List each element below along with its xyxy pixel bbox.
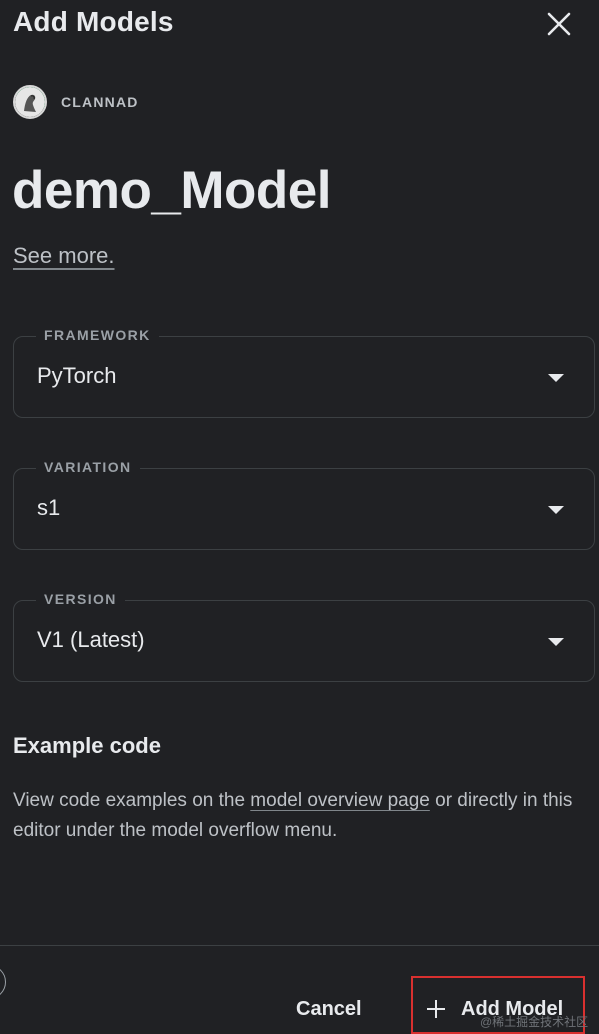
footer-divider	[0, 945, 599, 946]
cancel-button[interactable]: Cancel	[282, 994, 376, 1024]
watermark-text: @稀土掘金技术社区	[480, 1015, 589, 1029]
owner-avatar[interactable]	[13, 85, 47, 119]
caret-down-icon	[548, 506, 564, 514]
variation-label: VARIATION	[36, 459, 140, 475]
caret-down-icon	[548, 638, 564, 646]
version-label: VERSION	[36, 591, 125, 607]
add-models-panel: Add Models CLANNAD demo_Model See more. …	[0, 0, 599, 1034]
partial-circle-button[interactable]	[0, 965, 6, 999]
example-code-heading: Example code	[13, 733, 161, 758]
model-overview-link[interactable]: model overview page	[250, 790, 430, 811]
desc-prefix: View code examples on the	[13, 790, 251, 811]
avatar-progress-ring	[15, 87, 45, 117]
version-value: V1 (Latest)	[37, 627, 145, 652]
framework-value: PyTorch	[37, 363, 117, 388]
owner-row[interactable]: CLANNAD	[13, 84, 139, 120]
framework-select[interactable]: FRAMEWORK PyTorch	[13, 327, 595, 418]
owner-name[interactable]: CLANNAD	[61, 94, 139, 110]
framework-label: FRAMEWORK	[36, 327, 159, 343]
close-button[interactable]	[543, 8, 575, 40]
plus-icon	[427, 1000, 445, 1018]
close-icon	[547, 12, 571, 36]
model-title: demo_Model	[12, 161, 331, 220]
variation-select[interactable]: VARIATION s1	[13, 459, 595, 550]
dialog-title: Add Models	[13, 6, 174, 37]
caret-down-icon	[548, 374, 564, 382]
variation-value: s1	[37, 495, 61, 520]
example-code-description: View code examples on the model overview…	[13, 786, 573, 846]
see-more-link[interactable]: See more.	[13, 243, 115, 269]
version-select[interactable]: VERSION V1 (Latest)	[13, 591, 595, 682]
